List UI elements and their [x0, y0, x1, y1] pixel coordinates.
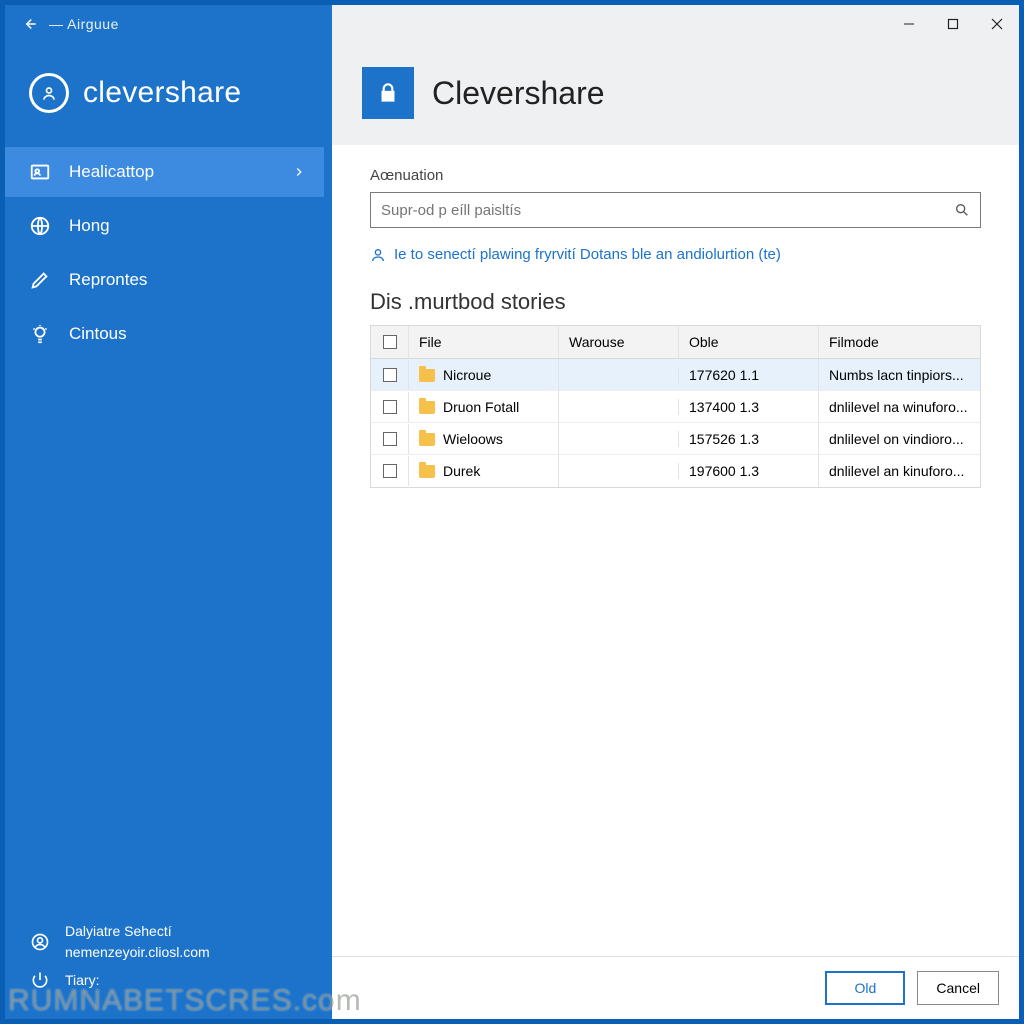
- table-row[interactable]: Durek 197600 1.3 dnlilevel an kinuforo..…: [371, 455, 980, 487]
- checkbox-icon: [383, 335, 397, 349]
- table-header: File Warouse Oble Filmode: [371, 326, 980, 359]
- cell-file: Nicroue: [443, 367, 491, 383]
- col-filmode[interactable]: Filmode: [819, 326, 980, 358]
- row-checkbox[interactable]: [383, 464, 397, 478]
- folder-icon: [419, 401, 435, 414]
- pen-icon: [29, 269, 51, 291]
- file-table: File Warouse Oble Filmode Nicroue 177620…: [370, 325, 981, 488]
- cell-filmode: dnlilevel an kinuforo...: [819, 455, 980, 487]
- sidebar-item-label: Hong: [69, 216, 110, 236]
- maximize-icon: [947, 18, 959, 30]
- brand-icon: [29, 73, 69, 113]
- footer-account-text: Dalyiatre Sehectí nemenzeyoir.cliosl.com: [65, 921, 210, 963]
- minimize-button[interactable]: [887, 5, 931, 43]
- search-input[interactable]: [381, 202, 954, 219]
- brand-text: clevershare: [83, 76, 241, 110]
- table-row[interactable]: Wieloows 157526 1.3 dnlilevel on vindior…: [371, 423, 980, 455]
- folder-icon: [419, 369, 435, 382]
- search-label: Aœnuation: [370, 167, 981, 184]
- sidebar-item-reprontes[interactable]: Reprontes: [5, 255, 324, 305]
- brand: clevershare: [5, 43, 332, 147]
- col-check[interactable]: [371, 326, 409, 358]
- cell-oble: 197600 1.3: [679, 455, 819, 487]
- col-warouse[interactable]: Warouse: [559, 326, 679, 358]
- cell-file: Durek: [443, 463, 480, 479]
- cell-oble: 177620 1.1: [679, 359, 819, 391]
- hint-text: Ie to senectí plawing fryrvití Dotans bl…: [394, 246, 781, 263]
- content: Aœnuation Ie to senectí plawing fryrvití…: [332, 145, 1019, 956]
- back-button[interactable]: [15, 10, 43, 38]
- minimize-icon: [903, 18, 915, 30]
- header-tile: [362, 67, 414, 119]
- page-title: Clevershare: [432, 75, 605, 112]
- globe-icon: [29, 215, 51, 237]
- ok-button[interactable]: Old: [825, 971, 905, 1005]
- row-checkbox[interactable]: [383, 368, 397, 382]
- hint-link[interactable]: Ie to senectí plawing fryrvití Dotans bl…: [370, 246, 981, 263]
- title-bar-right: [332, 5, 1019, 43]
- user-card-icon: [29, 161, 51, 183]
- dialog-footer: Old Cancel: [332, 956, 1019, 1019]
- sidebar-nav: Healicattop Hong Reprontes: [5, 147, 332, 359]
- lock-icon: [375, 80, 401, 106]
- maximize-button[interactable]: [931, 5, 975, 43]
- account-icon: [29, 931, 51, 953]
- section-title: Dis .murtbod stories: [370, 289, 981, 315]
- cell-file: Druon Fotall: [443, 399, 519, 415]
- search-icon[interactable]: [954, 202, 970, 218]
- close-icon: [991, 18, 1003, 30]
- search-box[interactable]: [370, 192, 981, 228]
- window-body: clevershare Healicattop Hong: [5, 43, 1019, 1019]
- chevron-right-icon: [292, 165, 306, 179]
- sidebar-item-hong[interactable]: Hong: [5, 201, 324, 251]
- cell-oble: 137400 1.3: [679, 391, 819, 423]
- cell-file: Wieloows: [443, 431, 503, 447]
- sidebar-item-cintous[interactable]: Cintous: [5, 309, 324, 359]
- cancel-button[interactable]: Cancel: [917, 971, 999, 1005]
- close-button[interactable]: [975, 5, 1019, 43]
- sidebar-item-label: Reprontes: [69, 270, 147, 290]
- footer-line2: nemenzeyoir.cliosl.com: [65, 942, 210, 963]
- bulb-icon: [29, 323, 51, 345]
- person-small-icon: [370, 247, 386, 263]
- title-bar: — Airguue: [5, 5, 1019, 43]
- power-icon: [29, 969, 51, 991]
- app-window: — Airguue clevershare: [4, 4, 1020, 1020]
- topbar-subtitle: — Airguue: [49, 16, 119, 32]
- sidebar-item-healicattop[interactable]: Healicattop: [5, 147, 324, 197]
- sidebar-footer: Dalyiatre Sehectí nemenzeyoir.cliosl.com…: [5, 897, 332, 1019]
- cell-warouse: [559, 463, 679, 479]
- cell-warouse: [559, 431, 679, 447]
- folder-icon: [419, 433, 435, 446]
- cell-warouse: [559, 399, 679, 415]
- cell-warouse: [559, 367, 679, 383]
- sidebar-item-label: Healicattop: [69, 162, 154, 182]
- table-row[interactable]: Druon Fotall 137400 1.3 dnlilevel na win…: [371, 391, 980, 423]
- row-checkbox[interactable]: [383, 432, 397, 446]
- cell-filmode: dnlilevel on vindioro...: [819, 423, 980, 455]
- sidebar-item-label: Cintous: [69, 324, 127, 344]
- row-checkbox[interactable]: [383, 400, 397, 414]
- footer-line3: Tiary:: [65, 970, 99, 991]
- sidebar: clevershare Healicattop Hong: [5, 43, 332, 1019]
- cell-oble: 157526 1.3: [679, 423, 819, 455]
- cell-filmode: Numbs lacn tinpiors...: [819, 359, 980, 391]
- main-header: Clevershare: [332, 43, 1019, 145]
- folder-icon: [419, 465, 435, 478]
- title-bar-left: — Airguue: [5, 5, 332, 43]
- col-oble[interactable]: Oble: [679, 326, 819, 358]
- footer-line1: Dalyiatre Sehectí: [65, 921, 210, 942]
- col-file[interactable]: File: [409, 326, 559, 358]
- cell-filmode: dnlilevel na winuforo...: [819, 391, 980, 423]
- table-row[interactable]: Nicroue 177620 1.1 Numbs lacn tinpiors..…: [371, 359, 980, 391]
- main-panel: Clevershare Aœnuation Ie to senectí plaw…: [332, 43, 1019, 1019]
- arrow-left-icon: [20, 15, 38, 33]
